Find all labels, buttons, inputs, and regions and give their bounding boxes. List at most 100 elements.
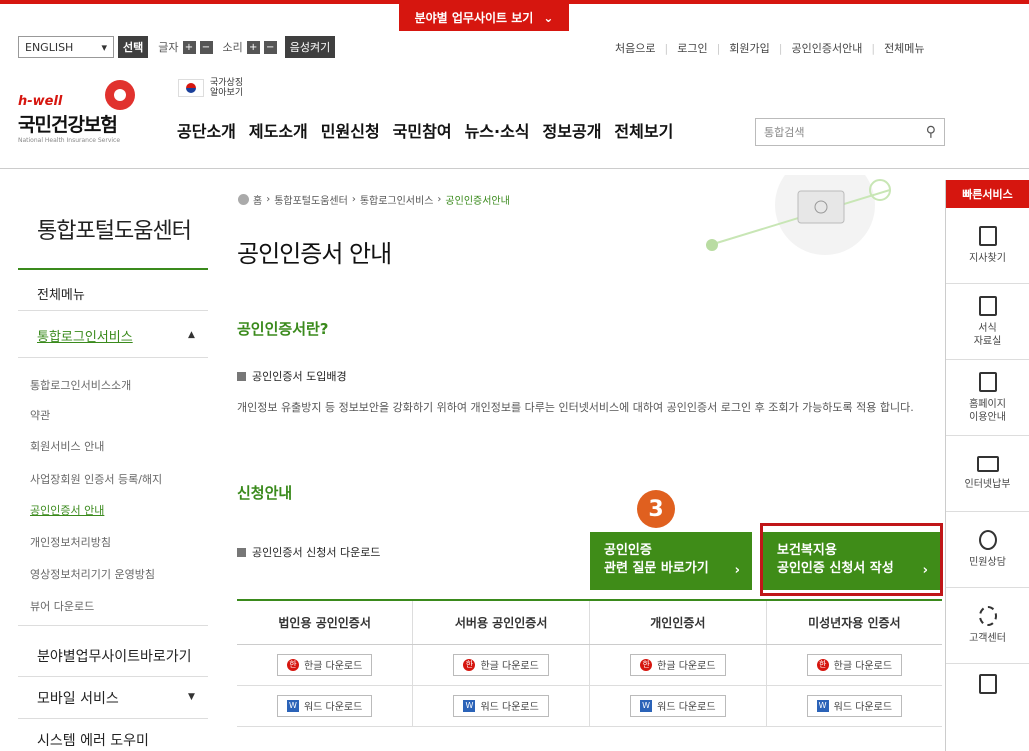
link-login[interactable]: 로그인 [677, 40, 707, 56]
quick-item-forms[interactable]: 서식 자료실 [946, 284, 1029, 360]
font-decrease-icon[interactable]: − [199, 40, 213, 54]
nav-item-news[interactable]: 뉴스·소식 [465, 118, 530, 142]
hangul-download-label: 한글 다운로드 [833, 661, 893, 672]
quick-item-payment[interactable]: 인터넷납부 [946, 436, 1029, 512]
breadcrumb: 홈 › 통합포털도움센터 › 통합로그인서비스 › 공인인증서안내 [238, 192, 510, 207]
nav-item-info[interactable]: 정보공개 [543, 118, 602, 142]
link-signup[interactable]: 회원가입 [729, 40, 769, 56]
lnb-all-menu[interactable]: 전체메뉴 [37, 284, 85, 303]
nav-item-civil[interactable]: 민원신청 [321, 118, 380, 142]
lnb-divider [18, 718, 208, 719]
nav-item-participation[interactable]: 국민참여 [393, 118, 452, 142]
font-increase-icon[interactable]: + [182, 40, 196, 54]
bullet-icon [237, 547, 246, 557]
logo-korean: 국민건강보험 [18, 114, 118, 136]
lnb-sub-item[interactable]: 통합로그인서비스소개 [30, 377, 131, 393]
quick-item-label: 지사찾기 [969, 253, 1006, 264]
lnb-sub-item[interactable]: 사업장회원 인증서 등록/해지 [30, 471, 162, 487]
hangul-download-button[interactable]: 한 한글 다운로드 [806, 653, 903, 676]
quick-item-label: 민원상담 [969, 557, 1006, 568]
lnb-error-helper[interactable]: 시스템 에러 도우미 [37, 730, 149, 750]
nav-item-all[interactable]: 전체보기 [614, 118, 673, 142]
word-download-button[interactable]: W 워드 다운로드 [453, 694, 549, 717]
quick-item-guide[interactable]: 홈페이지 이용안내 [946, 360, 1029, 436]
hangul-download-label: 한글 다운로드 [657, 661, 716, 672]
word-download-label: 워드 다운로드 [657, 702, 716, 713]
search-input[interactable]: 통합검색 ⚲ [755, 118, 945, 146]
field-site-tab[interactable]: 분야별 업무사이트 보기 ⌄ [399, 4, 569, 31]
lnb-sub-item[interactable]: 회원서비스 안내 [30, 438, 104, 454]
lnb-sub-item[interactable]: 뷰어 다운로드 [30, 598, 94, 614]
quick-item-branch[interactable]: 지사찾기 [946, 208, 1029, 284]
lnb-mobile[interactable]: 모바일 서비스 [37, 688, 119, 708]
breadcrumb-item[interactable]: 통합로그인서비스 [360, 192, 434, 207]
lnb-divider [18, 310, 208, 311]
nav-item-system[interactable]: 제도소개 [249, 118, 308, 142]
nav-item-about[interactable]: 공단소개 [177, 118, 236, 142]
download-table: 법인용 공인인증서 서버용 공인인증서 개인인증서 미성년자용 인증서 한 한글 … [237, 599, 942, 727]
home-icon[interactable] [238, 194, 249, 205]
lnb-sub-item[interactable]: 개인정보처리방침 [30, 534, 111, 550]
chevron-down-icon[interactable]: ▼ [188, 692, 195, 702]
word-download-button[interactable]: W 워드 다운로드 [276, 694, 373, 717]
headset-icon [978, 530, 997, 550]
bullet-background-label: 공인인증서 도입배경 [252, 370, 347, 383]
lnb-title: 통합포털도움센터 [37, 219, 192, 244]
language-select-value: ENGLISH [25, 40, 74, 54]
korean-flag-icon [178, 79, 204, 97]
word-file-icon: W [463, 699, 476, 712]
quick-service-header: 빠른서비스 [946, 180, 1029, 208]
word-file-icon: W [286, 699, 299, 712]
hangul-download-button[interactable]: 한 한글 다운로드 [630, 653, 726, 676]
faq-button-line1: 공인인증 [604, 543, 652, 558]
quick-item-consult[interactable]: 민원상담 [946, 512, 1029, 588]
column-header: 서버용 공인인증서 [412, 600, 590, 645]
chevron-up-icon[interactable]: ▲ [188, 330, 195, 340]
link-all-menu[interactable]: 전체메뉴 [884, 40, 924, 56]
column-header: 개인인증서 [588, 600, 767, 645]
hangul-download-button[interactable]: 한 한글 다운로드 [453, 653, 549, 676]
font-size-label: 글자 [158, 41, 179, 54]
lnb-section-login[interactable]: 통합로그인서비스 [37, 326, 133, 345]
sound-down-icon[interactable]: − [263, 40, 277, 54]
document-icon [978, 371, 997, 392]
lnb-sub-item[interactable]: 약관 [30, 407, 50, 423]
quick-item-label: 홈페이지 이용안내 [969, 398, 1006, 423]
search-icon[interactable]: ⚲ [926, 124, 936, 140]
phone-icon [978, 606, 997, 626]
quick-item-more[interactable] [946, 664, 1029, 704]
sound-up-icon[interactable]: + [246, 40, 260, 54]
top-links: 처음으로 | 로그인 | 회원가입 | 공인인증서안내 | 전체메뉴 [615, 40, 925, 56]
voice-on-button[interactable]: 음성켜기 [284, 36, 336, 58]
national-symbol-link[interactable]: 국가상징 알아보기 [178, 78, 243, 98]
logo[interactable]: h-well 국민건강보험 National Health Insurance … [18, 80, 148, 150]
flag-text-2: 알아보기 [210, 88, 244, 98]
quick-item-callcenter[interactable]: 고객센터 [946, 588, 1029, 664]
breadcrumb-item[interactable]: 통합포털도움센터 [274, 192, 348, 207]
column-header: 미성년자용 인증서 [765, 600, 942, 645]
faq-button[interactable]: 공인인증 관련 질문 바로가기 › [590, 532, 752, 590]
hangul-file-icon: 한 [640, 658, 653, 671]
calendar-icon [978, 674, 997, 694]
lnb-field-sites[interactable]: 분야별업무사이트바로가기 [37, 646, 192, 666]
word-download-button[interactable]: W 워드 다운로드 [630, 694, 726, 717]
language-select-button[interactable]: 선택 [118, 36, 149, 58]
table-header-row: 법인용 공인인증서 서버용 공인인증서 개인인증서 미성년자용 인증서 [237, 600, 942, 645]
link-home[interactable]: 처음으로 [615, 40, 655, 56]
document-search-icon [978, 295, 997, 316]
hangul-download-button[interactable]: 한 한글 다운로드 [276, 653, 373, 676]
bullet-background: 공인인증서 도입배경 [237, 368, 347, 384]
quick-service-panel: 빠른서비스 지사찾기 서식 자료실 홈페이지 이용안내 인터넷납부 민원상담 고… [945, 180, 1029, 751]
word-download-label: 워드 다운로드 [833, 702, 893, 713]
language-select[interactable]: ENGLISH ▾ [18, 36, 114, 58]
link-cert-guide[interactable]: 공인인증서안내 [792, 40, 863, 56]
table-row: 한 한글 다운로드 한 한글 다운로드 한 한글 다운로드 한 한글 다운로드 [237, 644, 942, 686]
breadcrumb-item[interactable]: 홈 [253, 192, 262, 207]
lnb-sub-item-active[interactable]: 공인인증서 안내 [30, 502, 104, 518]
logo-hwell: h-well [18, 94, 63, 109]
lnb-sub-item[interactable]: 영상정보처리기기 운영방침 [30, 566, 155, 582]
table-row: W 워드 다운로드 W 워드 다운로드 W 워드 다운로드 W 워드 다운로드 [237, 685, 942, 727]
chevron-right-icon: › [734, 563, 740, 578]
word-download-button[interactable]: W 워드 다운로드 [806, 694, 903, 717]
header-divider [0, 168, 1029, 169]
